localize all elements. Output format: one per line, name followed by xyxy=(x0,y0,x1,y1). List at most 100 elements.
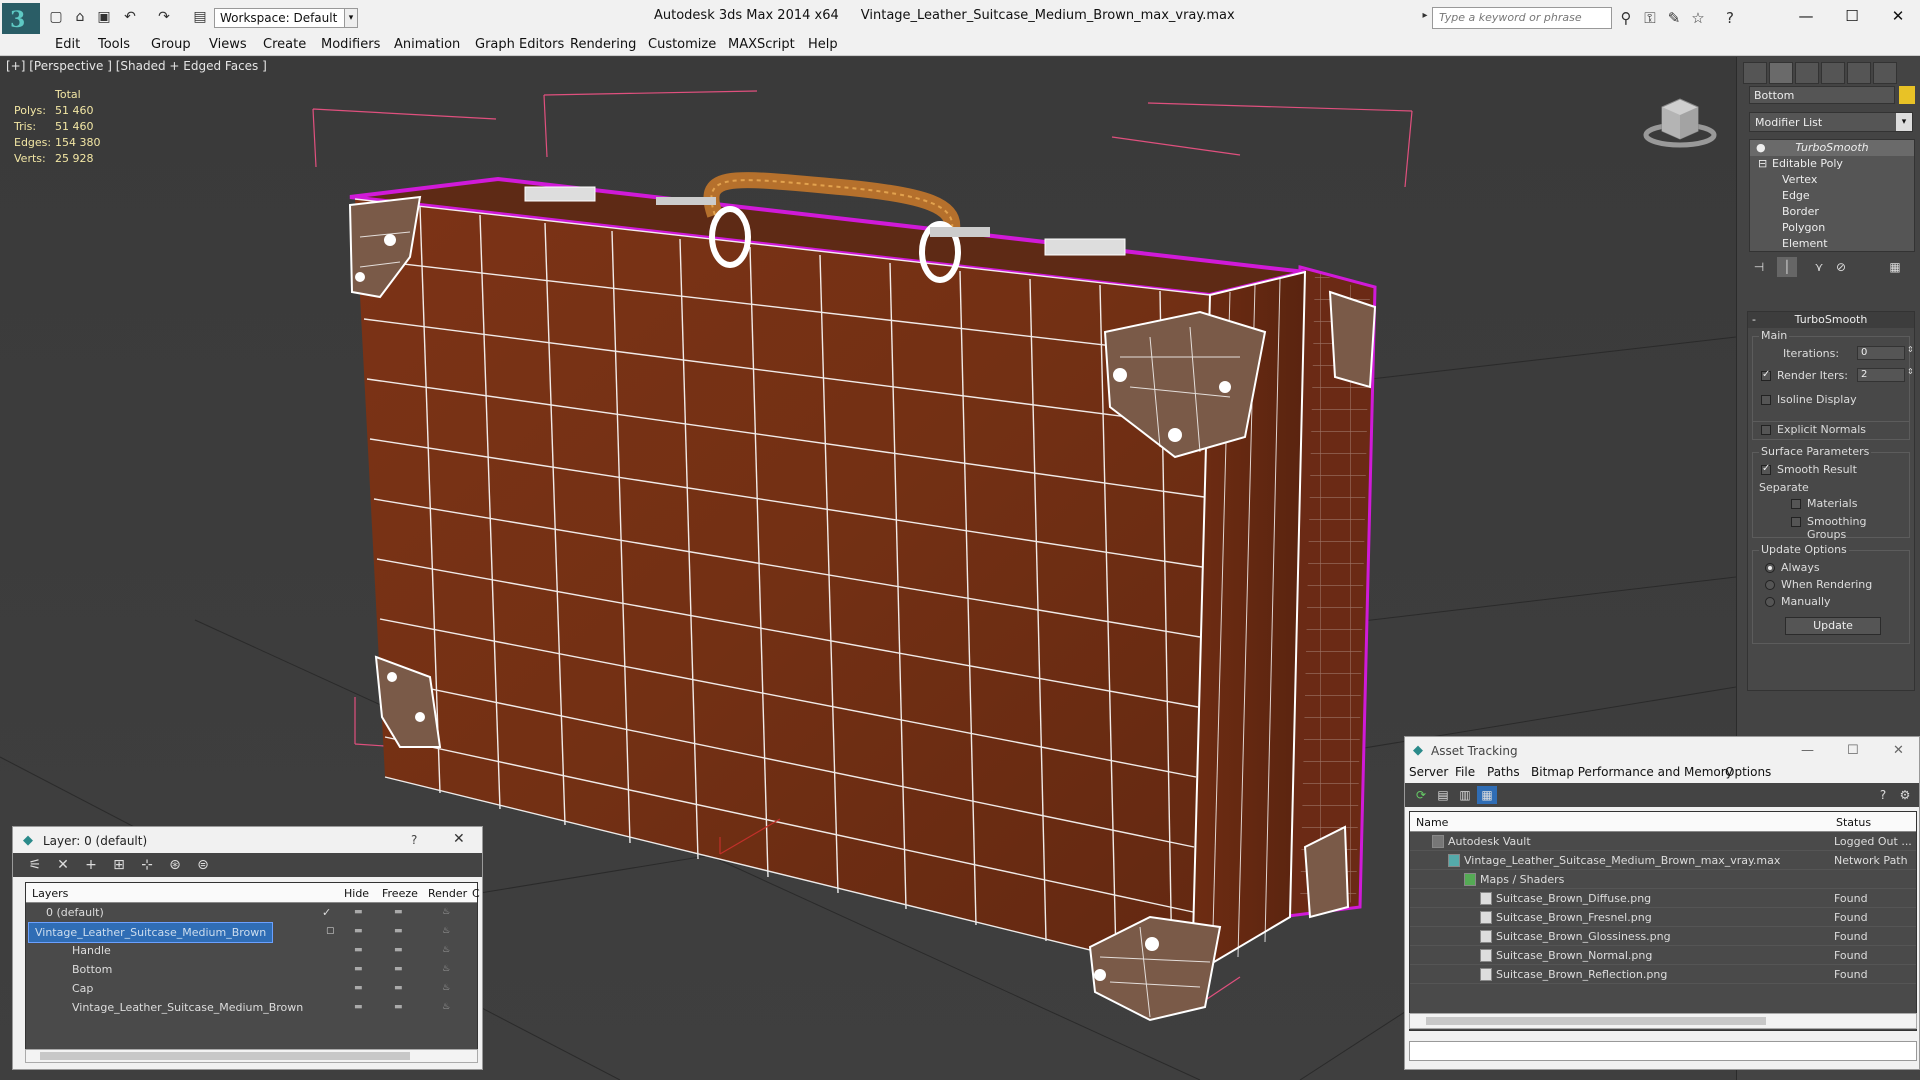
scroll-thumb[interactable] xyxy=(1426,1017,1766,1025)
asset-row[interactable]: Autodesk Vault Logged Out ... xyxy=(1410,832,1916,851)
hide-toggle-icon[interactable]: ▬ xyxy=(354,941,363,960)
viewcube-icon[interactable] xyxy=(1640,87,1720,157)
render-teapot-icon[interactable]: ♨ xyxy=(442,979,450,998)
asset-menu-server[interactable]: Server xyxy=(1409,765,1448,779)
asset-horizontal-scrollbar[interactable] xyxy=(1409,1013,1917,1029)
layer-horizontal-scrollbar[interactable] xyxy=(25,1049,478,1063)
stack-item-turbosmooth[interactable]: ● TurboSmooth xyxy=(1750,140,1914,156)
menu-customize[interactable]: Customize xyxy=(648,37,716,52)
hierarchy-tab-icon[interactable] xyxy=(1795,62,1819,84)
hide-toggle-icon[interactable]: ▬ xyxy=(354,922,363,941)
subobject-vertex[interactable]: Vertex xyxy=(1750,172,1914,188)
subobject-border[interactable]: Border xyxy=(1750,204,1914,220)
asset-row[interactable]: Suitcase_Brown_Diffuse.png Found xyxy=(1410,889,1916,908)
delete-layer-icon[interactable]: ✕ xyxy=(53,856,73,874)
menu-rendering[interactable]: Rendering xyxy=(570,37,636,52)
isoline-display-checkbox[interactable] xyxy=(1761,395,1771,405)
iterations-spinner[interactable]: 0 xyxy=(1857,346,1905,360)
render-iters-spinner[interactable]: 2 xyxy=(1857,368,1905,382)
render-iters-checkbox[interactable] xyxy=(1761,369,1771,381)
communication-center-icon[interactable]: ✎ xyxy=(1664,9,1684,27)
col-name[interactable]: Name xyxy=(1416,816,1448,829)
list-view-icon[interactable]: ▤ xyxy=(1433,786,1453,804)
when-rendering-radio[interactable] xyxy=(1765,580,1775,590)
create-layer-icon[interactable]: + xyxy=(81,856,101,874)
scroll-thumb[interactable] xyxy=(40,1052,410,1060)
asset-row[interactable]: Suitcase_Brown_Glossiness.png Found xyxy=(1410,927,1916,946)
menu-maxscript[interactable]: MAXScript xyxy=(728,37,795,52)
detail-view-icon[interactable]: ▥ xyxy=(1455,786,1475,804)
materials-checkbox[interactable] xyxy=(1791,499,1801,509)
project-folder-icon[interactable]: ▤ xyxy=(192,9,208,25)
always-radio[interactable] xyxy=(1765,563,1775,573)
minimize-button[interactable]: — xyxy=(1784,4,1828,28)
menu-help[interactable]: Help xyxy=(808,37,838,52)
subobject-element[interactable]: Element xyxy=(1750,236,1914,252)
render-teapot-icon[interactable]: ♨ xyxy=(442,960,450,979)
asset-menu-paths[interactable]: Paths xyxy=(1487,765,1520,779)
menu-animation[interactable]: Animation xyxy=(394,37,460,52)
smoothing-groups-checkbox[interactable] xyxy=(1791,517,1801,527)
menu-graph-editors[interactable]: Graph Editors xyxy=(475,37,564,52)
menu-group[interactable]: Group xyxy=(151,37,191,52)
menu-create[interactable]: Create xyxy=(263,37,306,52)
layer-row[interactable]: 0 (default) ✓ ▬ ▬ ♨ xyxy=(26,903,477,922)
asset-close-button[interactable]: ✕ xyxy=(1893,743,1904,758)
modify-tab-icon[interactable] xyxy=(1769,62,1793,84)
viewport-label[interactable]: [+] [Perspective ] [Shaded + Edged Faces… xyxy=(6,59,267,73)
layer-object-row[interactable]: Cap ▬ ▬ ♨ xyxy=(26,979,477,998)
close-layer-window-button[interactable]: ✕ xyxy=(453,831,465,847)
hide-toggle-icon[interactable]: ▬ xyxy=(354,979,363,998)
search-expand-icon[interactable]: ▸ xyxy=(1420,10,1430,21)
col-color[interactable]: C xyxy=(472,887,480,900)
menu-views[interactable]: Views xyxy=(209,37,247,52)
asset-menu-file[interactable]: File xyxy=(1455,765,1475,779)
set-current-layer-icon[interactable]: ▢ xyxy=(326,922,335,941)
lightbulb-icon[interactable]: ● xyxy=(1756,140,1766,156)
binoculars-icon[interactable]: ⚲ xyxy=(1616,9,1636,27)
select-objects-icon[interactable]: ⊹ xyxy=(137,856,157,874)
layer-row-selected[interactable]: Vintage_Leather_Suitcase_Medium_Brown ▢ … xyxy=(26,922,477,943)
add-selection-icon[interactable]: ⊞ xyxy=(109,856,129,874)
hide-toggle-icon[interactable]: ▬ xyxy=(354,960,363,979)
help-button[interactable]: ? xyxy=(411,833,417,847)
help-icon[interactable]: ? xyxy=(1720,9,1740,27)
layer-object-row[interactable]: Vintage_Leather_Suitcase_Medium_Brown ▬ ▬… xyxy=(26,998,477,1017)
hide-all-icon[interactable]: ⊜ xyxy=(193,856,213,874)
layer-object-row[interactable]: Handle ▬ ▬ ♨ xyxy=(26,941,477,960)
redo-icon[interactable]: ↷ xyxy=(156,9,172,25)
manually-radio[interactable] xyxy=(1765,597,1775,607)
hide-toggle-icon[interactable]: ▬ xyxy=(354,903,363,922)
col-layers[interactable]: Layers xyxy=(32,887,68,900)
subobject-edge[interactable]: Edge xyxy=(1750,188,1914,204)
col-freeze[interactable]: Freeze xyxy=(382,887,418,900)
rollout-header[interactable]: - TurboSmooth xyxy=(1748,312,1914,328)
asset-row[interactable]: Suitcase_Brown_Normal.png Found xyxy=(1410,946,1916,965)
freeze-toggle-icon[interactable]: ▬ xyxy=(394,979,403,998)
asset-maximize-button[interactable]: ☐ xyxy=(1847,743,1859,758)
menu-tools[interactable]: Tools xyxy=(98,37,130,52)
refresh-icon[interactable]: ⟳ xyxy=(1411,786,1431,804)
spinner-arrows-icon[interactable]: ⇕ xyxy=(1907,345,1914,354)
open-file-icon[interactable]: ⌂ xyxy=(72,9,88,25)
key-icon[interactable]: ⚿ xyxy=(1640,9,1660,27)
workspace-dropdown[interactable]: Workspace: Default▾ xyxy=(214,8,354,28)
freeze-toggle-icon[interactable]: ▬ xyxy=(394,941,403,960)
col-status[interactable]: Status xyxy=(1836,816,1871,829)
object-color-swatch[interactable] xyxy=(1899,86,1915,104)
motion-tab-icon[interactable] xyxy=(1821,62,1845,84)
workspace-menu-button[interactable]: ▾ xyxy=(344,8,358,28)
save-file-icon[interactable]: ▣ xyxy=(96,9,112,25)
render-teapot-icon[interactable]: ♨ xyxy=(442,941,450,960)
hide-toggle-icon[interactable]: ▬ xyxy=(354,998,363,1017)
remove-modifier-icon[interactable]: ⊘ xyxy=(1831,257,1851,277)
menu-edit[interactable]: Edit xyxy=(55,37,80,52)
pin-stack-icon[interactable]: ⊣ xyxy=(1749,257,1769,277)
freeze-toggle-icon[interactable]: ▬ xyxy=(394,903,403,922)
object-name-field[interactable]: Bottom xyxy=(1749,86,1895,104)
asset-menu-options[interactable]: Options xyxy=(1725,765,1771,779)
active-layer-check-icon[interactable]: ✓ xyxy=(322,903,331,922)
freeze-toggle-icon[interactable]: ▬ xyxy=(394,998,403,1017)
expand-minus-icon[interactable]: ⊟ xyxy=(1758,156,1767,172)
col-hide[interactable]: Hide xyxy=(344,887,369,900)
